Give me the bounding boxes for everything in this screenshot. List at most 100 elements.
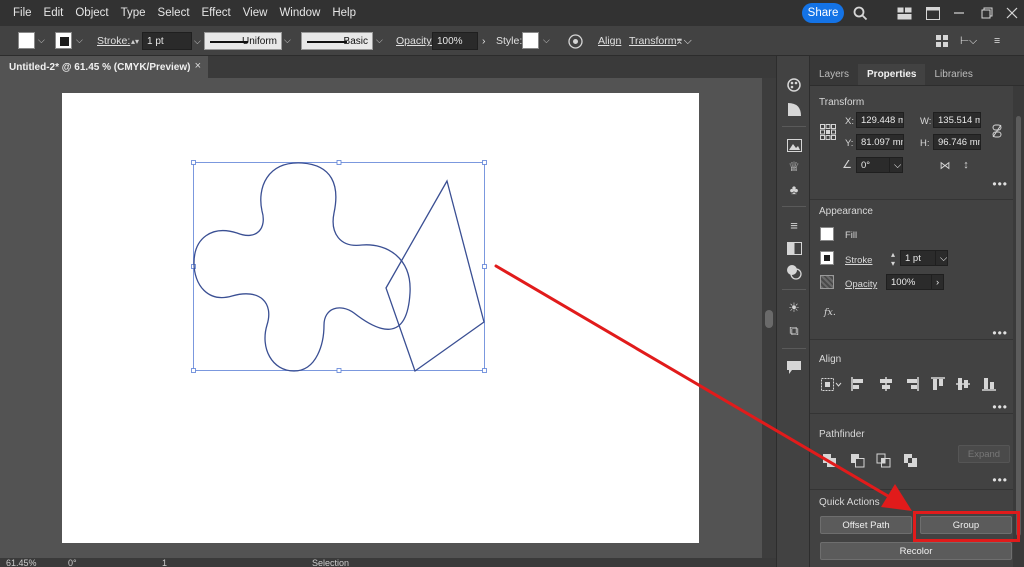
stroke-swatch[interactable] bbox=[820, 251, 834, 265]
quad-shape[interactable] bbox=[385, 179, 485, 373]
artboards-icon[interactable]: ⧉ bbox=[785, 322, 803, 340]
artwork[interactable] bbox=[62, 93, 699, 543]
stroke-weight-input[interactable]: 1 pt bbox=[142, 32, 193, 50]
blob-shape[interactable] bbox=[193, 162, 411, 372]
document-tab[interactable]: Untitled-2* @ 61.45 % (CMYK/Preview) × bbox=[0, 56, 208, 78]
more-options-icon[interactable]: ••• bbox=[992, 326, 1008, 340]
align-top-icon[interactable] bbox=[931, 377, 945, 391]
canvas-area[interactable] bbox=[0, 78, 762, 558]
symbols-icon[interactable]: ♣ bbox=[785, 180, 803, 198]
rotate-dropdown[interactable]: ⌵ bbox=[889, 157, 903, 173]
stroke-weight-control[interactable]: ▴▾ 1 pt ⌵ bbox=[131, 31, 201, 51]
menu-window[interactable]: Window bbox=[273, 7, 326, 19]
y-input[interactable]: 81.097 mm bbox=[856, 134, 904, 150]
fill-swatch[interactable] bbox=[18, 32, 35, 49]
align-horizontal-center-icon[interactable] bbox=[879, 377, 893, 391]
vertical-scrollbar[interactable] bbox=[762, 78, 776, 558]
offset-path-button[interactable]: Offset Path bbox=[820, 516, 912, 534]
close-tab-icon[interactable]: × bbox=[195, 60, 201, 72]
variable-width-profile[interactable]: Uniform bbox=[204, 32, 282, 50]
menu-select[interactable]: Select bbox=[152, 7, 196, 19]
graphic-style-swatch[interactable] bbox=[522, 32, 539, 49]
more-options-icon[interactable]: ••• bbox=[992, 473, 1008, 487]
chevron-down-icon[interactable]: ⌵ bbox=[38, 35, 45, 46]
panel-scroll-thumb[interactable] bbox=[1016, 116, 1021, 536]
minimize-icon[interactable] bbox=[950, 4, 968, 22]
artboard[interactable] bbox=[62, 93, 699, 543]
menu-type[interactable]: Type bbox=[115, 7, 152, 19]
rotate-input[interactable]: 0° bbox=[856, 157, 890, 173]
share-button[interactable]: Share bbox=[802, 3, 844, 23]
scroll-thumb[interactable] bbox=[765, 310, 773, 328]
menu-object[interactable]: Object bbox=[69, 7, 114, 19]
intersect-icon[interactable] bbox=[875, 452, 891, 468]
align-to-selection-icon[interactable] bbox=[821, 377, 843, 391]
arrange-documents-icon[interactable] bbox=[895, 4, 913, 22]
opacity-label[interactable]: Opacity bbox=[845, 279, 877, 290]
align-link[interactable]: Align bbox=[598, 31, 621, 51]
brightness-icon[interactable]: ☀ bbox=[785, 299, 803, 317]
stroke-swatch[interactable] bbox=[55, 32, 72, 49]
x-input[interactable]: 129.448 mi bbox=[856, 112, 904, 128]
flip-horizontal-icon[interactable]: ⋈ bbox=[938, 159, 952, 172]
opacity-label[interactable]: Opacity: bbox=[396, 31, 435, 51]
artboard-number[interactable]: 1 bbox=[162, 558, 167, 567]
stepper-icon[interactable]: ▴▾ bbox=[888, 250, 898, 268]
align-right-icon[interactable] bbox=[905, 377, 919, 391]
restore-icon[interactable] bbox=[978, 4, 996, 22]
menu-effect[interactable]: Effect bbox=[196, 7, 237, 19]
exclude-icon[interactable] bbox=[902, 452, 918, 468]
chevron-down-icon[interactable]: ⌵ bbox=[194, 36, 201, 47]
stroke-icon[interactable]: ≡ bbox=[785, 216, 803, 234]
tab-libraries[interactable]: Libraries bbox=[925, 64, 981, 85]
constrain-proportions-icon[interactable] bbox=[990, 123, 1004, 139]
comments-icon[interactable] bbox=[785, 358, 803, 376]
appearance-icon[interactable] bbox=[785, 263, 803, 281]
stroke-weight-input[interactable]: 1 pt bbox=[900, 250, 936, 266]
puppet-warp-icon[interactable]: ♕ bbox=[785, 158, 803, 176]
menu-view[interactable]: View bbox=[237, 7, 274, 19]
close-icon[interactable] bbox=[1003, 4, 1021, 22]
fill-swatch[interactable] bbox=[820, 227, 834, 241]
chevron-down-icon[interactable]: ⌵ bbox=[284, 35, 291, 46]
align-vertical-center-icon[interactable] bbox=[956, 377, 970, 391]
opacity-swatch[interactable] bbox=[820, 275, 834, 289]
fx-icon[interactable]: fx. bbox=[824, 307, 836, 318]
rotation-value[interactable]: 0° bbox=[68, 558, 77, 567]
chevron-right-icon[interactable]: › bbox=[482, 31, 486, 51]
opacity-input[interactable]: 100% bbox=[432, 32, 478, 50]
align-panel-icon[interactable] bbox=[935, 31, 949, 51]
brush-definition[interactable]: Basic bbox=[301, 32, 373, 50]
unite-icon[interactable] bbox=[821, 452, 837, 468]
chevron-down-icon[interactable]: ⌵ bbox=[543, 35, 550, 46]
flip-vertical-icon[interactable]: ↕ bbox=[960, 159, 972, 171]
opacity-arrow[interactable]: › bbox=[931, 274, 944, 290]
recolor-icon[interactable] bbox=[568, 31, 583, 51]
chevron-down-icon[interactable]: ⌵ bbox=[76, 35, 83, 46]
image-trace-icon[interactable] bbox=[785, 136, 803, 154]
w-input[interactable]: 135.514 m bbox=[933, 112, 981, 128]
stepper-icon[interactable]: ▴▾ bbox=[131, 37, 139, 46]
panel-scrollbar[interactable] bbox=[1013, 86, 1024, 567]
h-input[interactable]: 96.746 mm bbox=[933, 134, 981, 150]
gradient-icon[interactable] bbox=[785, 100, 803, 118]
align-bottom-icon[interactable] bbox=[982, 377, 996, 391]
isolate-icon[interactable]: ⌆⌵ bbox=[675, 31, 692, 51]
distribute-icon[interactable]: ⊢⌵ bbox=[960, 31, 977, 51]
opacity-input[interactable]: 100% bbox=[886, 274, 932, 290]
menu-icon[interactable]: ≡ bbox=[994, 31, 1000, 51]
minus-front-icon[interactable] bbox=[849, 452, 865, 468]
workspace-icon[interactable] bbox=[924, 4, 942, 22]
transparency-icon[interactable] bbox=[785, 239, 803, 257]
menu-file[interactable]: File bbox=[0, 7, 38, 19]
menu-help[interactable]: Help bbox=[326, 7, 362, 19]
transform-link[interactable]: Transform bbox=[629, 31, 676, 51]
zoom-level[interactable]: 61.45% bbox=[6, 558, 37, 567]
align-left-icon[interactable] bbox=[851, 377, 865, 391]
tab-properties[interactable]: Properties bbox=[858, 64, 926, 85]
more-options-icon[interactable]: ••• bbox=[992, 400, 1008, 414]
selection-handles[interactable] bbox=[191, 160, 487, 373]
stroke-weight-dropdown[interactable]: ⌵ bbox=[935, 250, 948, 266]
stroke-label[interactable]: Stroke: bbox=[97, 31, 130, 51]
recolor-button[interactable]: Recolor bbox=[820, 542, 1012, 560]
